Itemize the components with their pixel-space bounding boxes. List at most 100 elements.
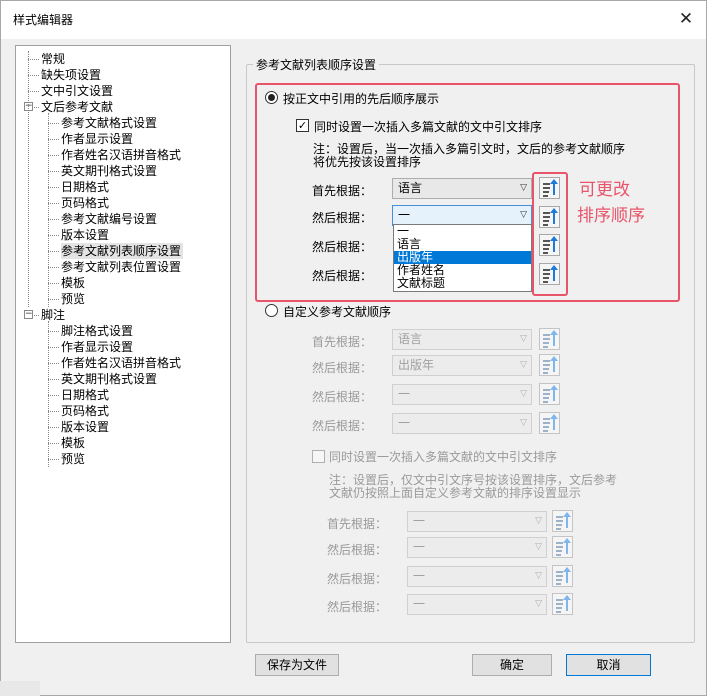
sort-line bbox=[543, 364, 550, 366]
tree-connector bbox=[48, 331, 59, 332]
rows-row3-dropdown[interactable]: 一 ▽ bbox=[392, 384, 532, 405]
sort-button-disabled[interactable] bbox=[552, 510, 573, 532]
sort-line bbox=[556, 579, 562, 581]
sort-line bbox=[556, 571, 563, 573]
rows2-row4-dropdown[interactable]: 一 ▽ bbox=[407, 594, 547, 615]
rows-row4-value: 一 bbox=[398, 416, 411, 430]
sort-button-disabled[interactable] bbox=[539, 412, 560, 434]
sort-line bbox=[556, 603, 563, 605]
tree-connector bbox=[28, 51, 29, 307]
tree-item[interactable]: 作者显示设置 bbox=[61, 131, 133, 147]
sort-line bbox=[543, 401, 548, 403]
tree-connector bbox=[48, 171, 59, 172]
tree-item[interactable]: 文中引文设置 bbox=[41, 83, 113, 99]
tree-item[interactable]: 预览 bbox=[61, 291, 85, 307]
sort-line bbox=[556, 611, 561, 613]
tree-connector bbox=[34, 315, 39, 316]
rows-row2-dropdown[interactable]: 出版年 ▽ bbox=[392, 355, 532, 376]
sort-line bbox=[556, 554, 561, 556]
sort-line bbox=[556, 542, 563, 544]
tree-item[interactable]: 参考文献列表顺序设置 bbox=[61, 243, 184, 259]
sort-button-disabled[interactable] bbox=[539, 354, 560, 376]
chevron-down-icon: ▽ bbox=[520, 389, 527, 399]
highlight-box-sort-buttons bbox=[532, 172, 568, 296]
tree-connector bbox=[48, 219, 59, 220]
tree-item[interactable]: 作者显示设置 bbox=[61, 339, 133, 355]
tree-item[interactable]: 脚注 bbox=[41, 307, 65, 323]
tree-connector bbox=[48, 155, 59, 156]
sort-line bbox=[556, 599, 563, 601]
rows2-row4-value: 一 bbox=[413, 597, 426, 611]
sort-button-disabled[interactable] bbox=[539, 328, 560, 350]
rows-row4-label: 然后根据： bbox=[312, 419, 373, 433]
tree-item[interactable]: 参考文献列表位置设置 bbox=[61, 259, 181, 275]
ok-button[interactable]: 确定 bbox=[472, 654, 552, 676]
rows-row1-dropdown[interactable]: 语言 ▽ bbox=[392, 329, 532, 350]
tree-item[interactable]: 常规 bbox=[41, 51, 65, 67]
sort-line bbox=[543, 426, 549, 428]
tree-item[interactable]: 参考文献格式设置 bbox=[61, 115, 157, 131]
tree-connector bbox=[28, 91, 39, 92]
sort-line bbox=[543, 368, 549, 370]
sort-line bbox=[543, 342, 549, 344]
rows-row3-value: 一 bbox=[398, 387, 411, 401]
close-icon[interactable]: ✕ bbox=[674, 7, 698, 31]
checkbox-opt2-multi-sort[interactable] bbox=[312, 450, 325, 463]
tree-connector bbox=[34, 107, 39, 108]
rows2-row3-value: 一 bbox=[413, 569, 426, 583]
tree-item[interactable]: 页码格式 bbox=[61, 195, 109, 211]
tree-item[interactable]: 文后参考文献 bbox=[41, 99, 113, 115]
sort-line bbox=[556, 528, 561, 530]
cancel-button[interactable]: 取消 bbox=[566, 654, 651, 676]
rows2-row3-label: 然后根据： bbox=[327, 572, 388, 586]
sort-button-disabled[interactable] bbox=[552, 536, 573, 558]
tree-item[interactable]: 英文期刊格式设置 bbox=[61, 163, 157, 179]
tree-item[interactable]: 模板 bbox=[61, 435, 85, 451]
sort-ascending-icon bbox=[550, 356, 558, 372]
sort-button-disabled[interactable] bbox=[552, 593, 573, 615]
rows2-row1-value: 一 bbox=[413, 514, 426, 528]
rows2-row2-label: 然后根据： bbox=[327, 543, 388, 557]
radio-custom-order-label: 自定义参考文献顺序 bbox=[283, 305, 392, 319]
tree-item[interactable]: 版本设置 bbox=[61, 419, 109, 435]
tree-item[interactable]: 日期格式 bbox=[61, 179, 109, 195]
rows-row1-value: 语言 bbox=[398, 332, 423, 346]
tree-item[interactable]: 版本设置 bbox=[61, 227, 109, 243]
tree-connector bbox=[48, 139, 59, 140]
checkbox-opt2-multi-sort-label: 同时设置一次插入多篇文献的文中引文排序 bbox=[329, 450, 558, 464]
rows-row4-dropdown[interactable]: 一 ▽ bbox=[392, 413, 532, 434]
tree-connector bbox=[48, 123, 59, 124]
tree-item[interactable]: 页码格式 bbox=[61, 403, 109, 419]
sort-line bbox=[543, 334, 550, 336]
tree-connector bbox=[48, 235, 59, 236]
tree-connector bbox=[48, 363, 59, 364]
opt2-note-line2: 文献仍按照上面自定义参考文献的排序设置显示 bbox=[329, 486, 582, 500]
tree-item[interactable]: 英文期刊格式设置 bbox=[61, 371, 157, 387]
radio-custom-order[interactable] bbox=[265, 304, 278, 317]
rows2-row1-dropdown[interactable]: 一 ▽ bbox=[407, 511, 547, 532]
tree-item[interactable]: 预览 bbox=[61, 451, 85, 467]
chevron-down-icon: ▽ bbox=[535, 542, 542, 552]
tree-item[interactable]: 模板 bbox=[61, 275, 85, 291]
tree-item[interactable]: 参考文献编号设置 bbox=[61, 211, 157, 227]
group-title: 参考文献列表顺序设置 bbox=[253, 56, 380, 73]
sort-line bbox=[543, 372, 548, 374]
sort-line bbox=[543, 360, 550, 362]
tree-connector bbox=[48, 267, 59, 268]
save-as-file-button[interactable]: 保存为文件 bbox=[255, 654, 339, 676]
tree-item[interactable]: 缺失项设置 bbox=[41, 67, 101, 83]
rows2-row3-dropdown[interactable]: 一 ▽ bbox=[407, 566, 547, 587]
expand-minus-icon[interactable]: − bbox=[24, 310, 33, 319]
rows2-row2-dropdown[interactable]: 一 ▽ bbox=[407, 537, 547, 558]
sort-button-disabled[interactable] bbox=[539, 383, 560, 405]
tree-item[interactable]: 脚注格式设置 bbox=[61, 323, 133, 339]
tree-item[interactable]: 日期格式 bbox=[61, 387, 109, 403]
tree-item[interactable]: 作者姓名汉语拼音格式 bbox=[61, 147, 181, 163]
sort-ascending-icon bbox=[550, 414, 558, 430]
tree-item[interactable]: 作者姓名汉语拼音格式 bbox=[61, 355, 181, 371]
sort-ascending-icon bbox=[550, 330, 558, 346]
sort-button-disabled[interactable] bbox=[552, 565, 573, 587]
tree-connector bbox=[48, 411, 59, 412]
sort-line bbox=[543, 389, 550, 391]
chevron-down-icon: ▽ bbox=[535, 516, 542, 526]
